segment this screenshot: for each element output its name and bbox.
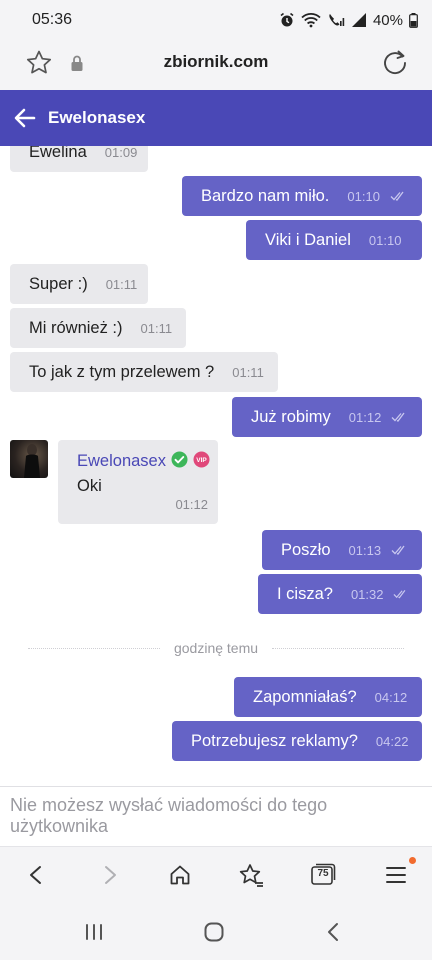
signal-icon — [351, 13, 366, 27]
message-time: 01:12 — [175, 497, 208, 512]
call-signal-icon — [329, 14, 345, 26]
message-text: Potrzebujesz reklamy? — [191, 731, 358, 750]
status-icons: 40% — [279, 9, 418, 31]
message-text: Ewelina — [29, 146, 87, 161]
message-text: Viki i Daniel — [265, 230, 351, 249]
message-time: 01:10 — [347, 188, 380, 204]
browser-address-bar: zbiornik.com — [0, 40, 432, 90]
message-time: 01:13 — [348, 542, 382, 558]
chevron-left-icon — [30, 866, 41, 884]
chat-title: Ewelonasex — [48, 108, 146, 127]
notice-separator — [0, 786, 432, 787]
message-outgoing: Potrzebujesz reklamy? 04:22 — [172, 721, 422, 761]
wifi-icon — [301, 13, 321, 28]
avatar-photo — [24, 444, 40, 478]
verified-check-icon — [171, 451, 188, 468]
message-incoming: To jak z tym przelewem ? 01:11 — [10, 352, 278, 392]
chevron-right-icon — [105, 866, 116, 884]
message-list[interactable]: Ewelina 01:09 Bardzo nam miło. 01:10 Vik… — [0, 146, 432, 786]
message-time: 04:22 — [375, 733, 409, 749]
system-back-icon[interactable] — [322, 920, 346, 944]
bookmarks-star-icon — [239, 864, 263, 887]
message-time: 01:11 — [105, 276, 138, 292]
recent-apps-icon[interactable] — [82, 920, 106, 944]
home-icon — [170, 865, 190, 885]
read-receipt-icon — [390, 191, 404, 201]
tab-count: 75 — [317, 868, 329, 879]
cannot-send-notice: Nie możesz wysłać wiadomości do tego uży… — [10, 795, 328, 836]
message-outgoing: Zapomniałaś? 04:12 — [234, 677, 422, 717]
back-arrow-icon[interactable] — [12, 105, 38, 131]
avatar[interactable] — [10, 440, 48, 478]
status-bar: 05:36 40% — [0, 0, 432, 40]
message-time: 01:11 — [140, 320, 173, 336]
message-time: 01:32 — [350, 586, 384, 602]
notification-dot — [409, 857, 416, 864]
message-text: Już robimy — [251, 407, 331, 426]
message-outgoing: Już robimy 01:12 — [232, 397, 422, 437]
message-outgoing: Poszło 01:13 — [262, 530, 422, 570]
message-incoming: Mi również :) 01:11 — [10, 308, 186, 348]
battery-percent: 40% — [372, 11, 403, 29]
message-text: Super :) — [29, 274, 88, 293]
time-divider: godzinę temu — [28, 638, 404, 658]
browser-toolbar: 75 — [0, 846, 432, 902]
message-time: 01:11 — [232, 364, 264, 380]
message-time: 04:12 — [374, 689, 408, 705]
read-receipt-icon — [393, 589, 406, 599]
read-receipt-icon — [391, 412, 405, 422]
system-navigation-bar — [0, 902, 432, 960]
message-text: Poszło — [281, 540, 331, 559]
message-text: Oki — [77, 477, 102, 495]
read-receipt-icon — [391, 545, 405, 555]
divider-line-left — [28, 647, 160, 649]
message-incoming: Super :) 01:11 — [10, 264, 148, 304]
browser-back-button[interactable] — [22, 861, 50, 889]
message-text: Mi również :) — [29, 318, 123, 337]
menu-button[interactable] — [382, 857, 416, 889]
hamburger-menu-icon — [386, 867, 406, 883]
message-time: 01:09 — [104, 146, 138, 160]
divider-label: godzinę temu — [173, 640, 259, 656]
tabs-button[interactable]: 75 — [310, 861, 336, 889]
message-text: Bardzo nam miło. — [201, 186, 330, 205]
message-outgoing: Bardzo nam miło. 01:10 — [182, 176, 422, 216]
message-text: I cisza? — [277, 584, 333, 603]
vip-badge-text: VIP — [196, 457, 207, 464]
message-text: Zapomniałaś? — [253, 687, 357, 706]
url-text[interactable]: zbiornik.com — [0, 52, 432, 72]
browser-forward-button[interactable] — [96, 861, 124, 889]
reload-icon[interactable] — [380, 47, 410, 77]
message-outgoing: Viki i Daniel 01:10 — [246, 220, 422, 260]
vip-badge-icon: VIP — [193, 451, 210, 468]
battery-icon — [409, 12, 418, 28]
home-button[interactable] — [166, 861, 194, 889]
message-outgoing: I cisza? 01:32 — [258, 574, 422, 614]
chat-header: Ewelonasex — [0, 90, 432, 146]
message-incoming-card: Ewelonasex VIP Oki 01:12 — [58, 440, 218, 524]
status-time: 05:36 — [32, 11, 73, 28]
message-time: 01:10 — [368, 232, 402, 248]
bookmarks-button[interactable] — [238, 861, 266, 889]
divider-line-right — [272, 647, 404, 649]
message-incoming: Ewelina 01:09 — [10, 146, 148, 172]
alarm-icon — [280, 12, 294, 27]
message-time: 01:12 — [348, 409, 382, 425]
message-text: To jak z tym przelewem ? — [29, 362, 215, 381]
home-circle-icon[interactable] — [202, 920, 226, 944]
sender-name[interactable]: Ewelonasex — [77, 452, 166, 471]
